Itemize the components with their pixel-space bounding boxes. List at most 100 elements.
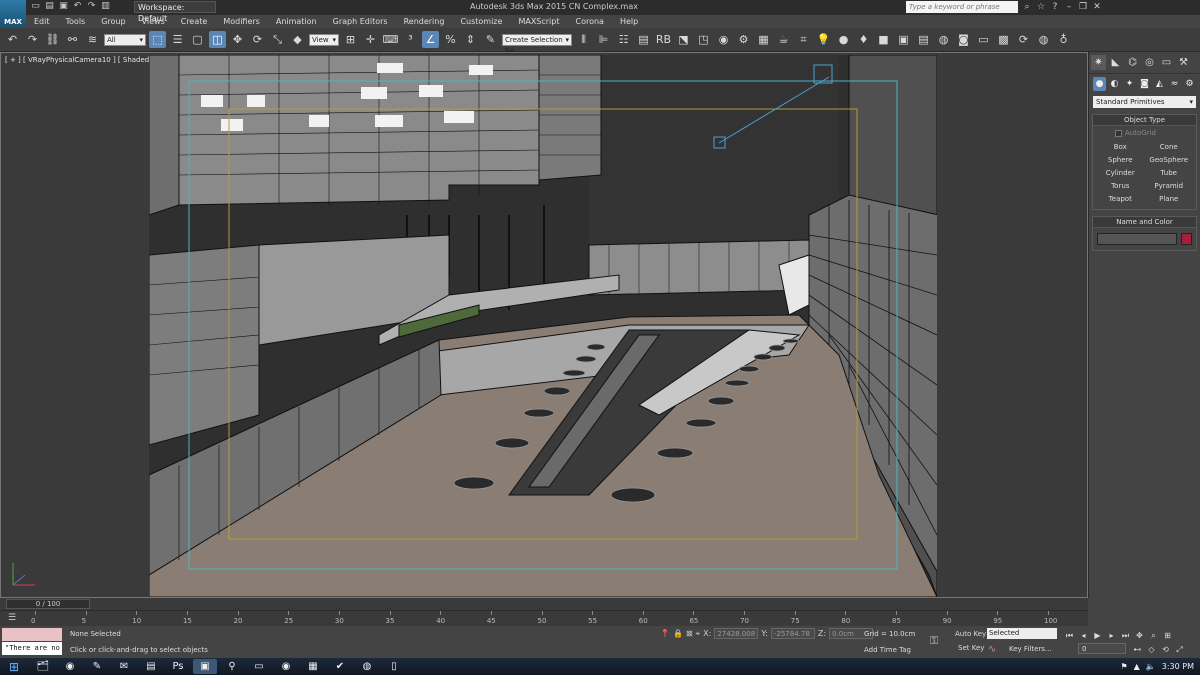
- project-icon[interactable]: ▥: [100, 1, 111, 12]
- bind-spacewarp-icon[interactable]: ≋: [84, 31, 101, 48]
- menu-edit[interactable]: Edit: [26, 15, 58, 28]
- green-icon[interactable]: ✔: [328, 659, 352, 674]
- named-selection-dropdown[interactable]: Create Selection Se: [502, 33, 572, 55]
- vfb-icon[interactable]: ▤: [915, 31, 932, 48]
- play-icon[interactable]: ▶: [1092, 630, 1103, 641]
- help-icon[interactable]: ?: [1050, 1, 1060, 13]
- refresh-icon[interactable]: ⟳: [1015, 31, 1032, 48]
- name-color-title[interactable]: Name and Color: [1093, 217, 1196, 228]
- menu-create[interactable]: Create: [173, 15, 216, 28]
- scene-explorer-icon[interactable]: ▤: [635, 31, 652, 48]
- spacewarps-icon[interactable]: ≈: [1168, 77, 1181, 91]
- rotate-icon[interactable]: ⟳: [249, 31, 266, 48]
- pdf-icon[interactable]: ▤: [139, 659, 163, 674]
- time-slider[interactable]: 0 / 100: [6, 599, 90, 609]
- sphere-button[interactable]: Sphere: [1099, 155, 1142, 165]
- y-coord-field[interactable]: -25784.78: [770, 628, 815, 639]
- lamp-icon[interactable]: ♁: [1055, 31, 1072, 48]
- menu-help[interactable]: Help: [612, 15, 646, 28]
- autogrid-checkbox[interactable]: AutoGrid: [1093, 126, 1196, 140]
- outlook-icon[interactable]: ✉: [112, 659, 136, 674]
- menu-tools[interactable]: Tools: [58, 15, 94, 28]
- motion-tab-icon[interactable]: ◎: [1142, 55, 1157, 70]
- schematic-icon[interactable]: ◳: [695, 31, 712, 48]
- pyramid-button[interactable]: Pyramid: [1148, 181, 1191, 191]
- menu-group[interactable]: Group: [93, 15, 133, 28]
- next-frame-icon[interactable]: ▸: [1106, 630, 1117, 641]
- menu-customize[interactable]: Customize: [452, 15, 510, 28]
- maxscript-listener[interactable]: "There are no: [2, 628, 62, 656]
- select-by-name-icon[interactable]: ☰: [169, 31, 186, 48]
- interactive-icon[interactable]: ▩: [995, 31, 1012, 48]
- chrome2-icon[interactable]: ◉: [274, 659, 298, 674]
- select-object-icon[interactable]: ⬚: [149, 31, 166, 48]
- layer-manager-icon[interactable]: ☷: [615, 31, 632, 48]
- workspace-dropdown[interactable]: Workspace: Default: [134, 1, 216, 23]
- maxscript-input[interactable]: [2, 628, 62, 641]
- rect-selection-icon[interactable]: ▢: [189, 31, 206, 48]
- open-icon[interactable]: ▤: [44, 1, 55, 12]
- track-bar[interactable]: ☰ 0 5 10 15 20 25 30 35 40 45 50 55 60 65 70 75 80 85 90 95…: [0, 610, 1088, 626]
- track-bar-menu-icon[interactable]: ☰: [8, 613, 16, 623]
- start-button[interactable]: ⊞: [0, 658, 28, 675]
- modify-tab-icon[interactable]: ◣: [1108, 55, 1123, 70]
- menu-modifiers[interactable]: Modifiers: [215, 15, 268, 28]
- render-setup-icon[interactable]: ⚙: [735, 31, 752, 48]
- clock[interactable]: 3:30 PM: [1162, 662, 1194, 671]
- torus-button[interactable]: Torus: [1099, 181, 1142, 191]
- max-icon[interactable]: ▣: [193, 659, 217, 674]
- absolute-mode-icon[interactable]: ⌖: [696, 629, 701, 639]
- app-logo-button[interactable]: MAX: [0, 0, 26, 28]
- key-mode-icon[interactable]: ∿: [988, 644, 996, 655]
- paint-icon[interactable]: ✎: [85, 659, 109, 674]
- curve-editor-icon[interactable]: ⬔: [675, 31, 692, 48]
- menu-maxscript[interactable]: MAXScript: [510, 15, 567, 28]
- object-name-input[interactable]: [1097, 233, 1177, 245]
- hierarchy-tab-icon[interactable]: ⌬: [1125, 55, 1140, 70]
- ribbon-icon[interactable]: RB: [655, 31, 672, 48]
- menu-corona[interactable]: Corona: [568, 15, 612, 28]
- menu-rendering[interactable]: Rendering: [396, 15, 453, 28]
- field-of-view-icon[interactable]: ◇: [1146, 644, 1157, 655]
- move-icon[interactable]: ✥: [229, 31, 246, 48]
- keyboard-shortcut-icon[interactable]: ⌨: [382, 31, 399, 48]
- cylinder-button[interactable]: Cylinder: [1099, 168, 1142, 178]
- unlink-icon[interactable]: ⚯: [64, 31, 81, 48]
- reference-coord-dropdown[interactable]: View: [309, 33, 339, 46]
- set-key-button[interactable]: Set Key: [958, 644, 984, 652]
- viewport-camera[interactable]: [ + ] [ VRayPhysicalCamera10 ] [ Shaded …: [0, 52, 1088, 598]
- go-start-icon[interactable]: ⏮: [1064, 630, 1075, 641]
- star-icon[interactable]: ☆: [1036, 1, 1046, 13]
- go-end-icon[interactable]: ⏭: [1120, 630, 1131, 641]
- light-icon[interactable]: 💡: [815, 31, 832, 48]
- menu-graph-editors[interactable]: Graph Editors: [325, 15, 396, 28]
- folder-icon[interactable]: ▭: [247, 659, 271, 674]
- photoshop-icon[interactable]: Ps: [166, 659, 190, 674]
- pan-icon[interactable]: ✥: [1134, 630, 1145, 641]
- geometry-icon[interactable]: ●: [1093, 77, 1106, 91]
- network-icon[interactable]: ▲: [1134, 662, 1140, 671]
- key-filters-button[interactable]: Key Filters...: [1005, 644, 1057, 655]
- redo-icon[interactable]: ↷: [24, 31, 41, 48]
- zoom-icon[interactable]: ⌕: [1148, 630, 1159, 641]
- close-icon[interactable]: ✕: [1092, 1, 1102, 13]
- spinner-snap-icon[interactable]: ⇕: [462, 31, 479, 48]
- binoculars-icon[interactable]: ⌕: [1022, 1, 1032, 13]
- key-icon[interactable]: ⚿: [930, 634, 938, 648]
- render-production-icon[interactable]: ⌗: [795, 31, 812, 48]
- isolate-icon[interactable]: ⊠: [686, 629, 693, 638]
- cone-button[interactable]: Cone: [1148, 142, 1191, 152]
- undo-icon[interactable]: ↶: [4, 31, 21, 48]
- minimize-icon[interactable]: –: [1064, 1, 1074, 13]
- box-button[interactable]: Box: [1099, 142, 1142, 152]
- vray-frame-icon[interactable]: ▣: [895, 31, 912, 48]
- current-frame-field[interactable]: 0: [1078, 643, 1126, 654]
- sphere-icon[interactable]: ●: [835, 31, 852, 48]
- explorer-icon[interactable]: 🗂: [31, 659, 55, 674]
- fov-icon[interactable]: ◍: [1035, 31, 1052, 48]
- window-crossing-icon[interactable]: ◫: [209, 31, 226, 48]
- x-coord-field[interactable]: 27428.008: [714, 628, 759, 639]
- shapes-icon[interactable]: ◐: [1108, 77, 1121, 91]
- maxscript-output[interactable]: "There are no: [2, 642, 62, 655]
- material-editor-icon[interactable]: ◉: [715, 31, 732, 48]
